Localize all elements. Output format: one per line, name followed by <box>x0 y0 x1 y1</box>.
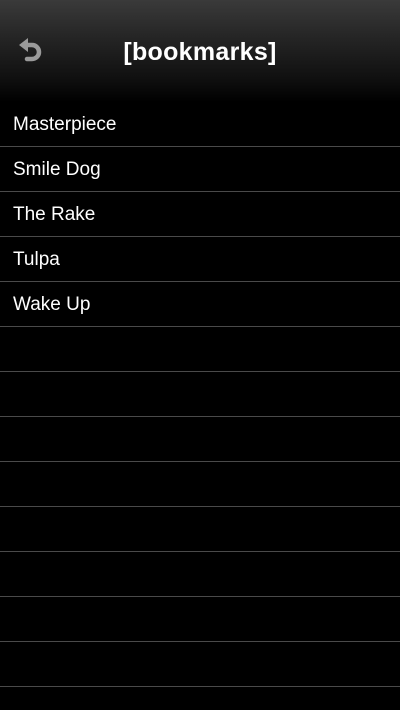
bookmark-list: Masterpiece Smile Dog The Rake Tulpa Wake Up <box>0 102 400 710</box>
bookmark-row[interactable]: Masterpiece <box>0 102 400 147</box>
empty-row <box>0 462 400 507</box>
empty-row <box>0 642 400 687</box>
bookmark-row[interactable]: Wake Up <box>0 282 400 327</box>
bookmark-row[interactable]: Tulpa <box>0 237 400 282</box>
bookmark-label: Smile Dog <box>13 159 101 180</box>
empty-row <box>0 507 400 552</box>
bookmark-row[interactable]: The Rake <box>0 192 400 237</box>
empty-row <box>0 372 400 417</box>
empty-row <box>0 327 400 372</box>
bookmark-label: Tulpa <box>13 249 60 270</box>
empty-row <box>0 687 400 710</box>
empty-row <box>0 417 400 462</box>
page-title: [bookmarks] <box>123 38 277 66</box>
undo-arrow-icon <box>17 37 43 67</box>
navigation-bar: [bookmarks] <box>0 0 400 102</box>
back-button[interactable] <box>12 32 48 72</box>
bookmark-row[interactable]: Smile Dog <box>0 147 400 192</box>
empty-row <box>0 597 400 642</box>
bookmark-label: Masterpiece <box>13 114 117 135</box>
bookmark-label: Wake Up <box>13 294 91 315</box>
empty-row <box>0 552 400 597</box>
bookmark-label: The Rake <box>13 204 96 225</box>
